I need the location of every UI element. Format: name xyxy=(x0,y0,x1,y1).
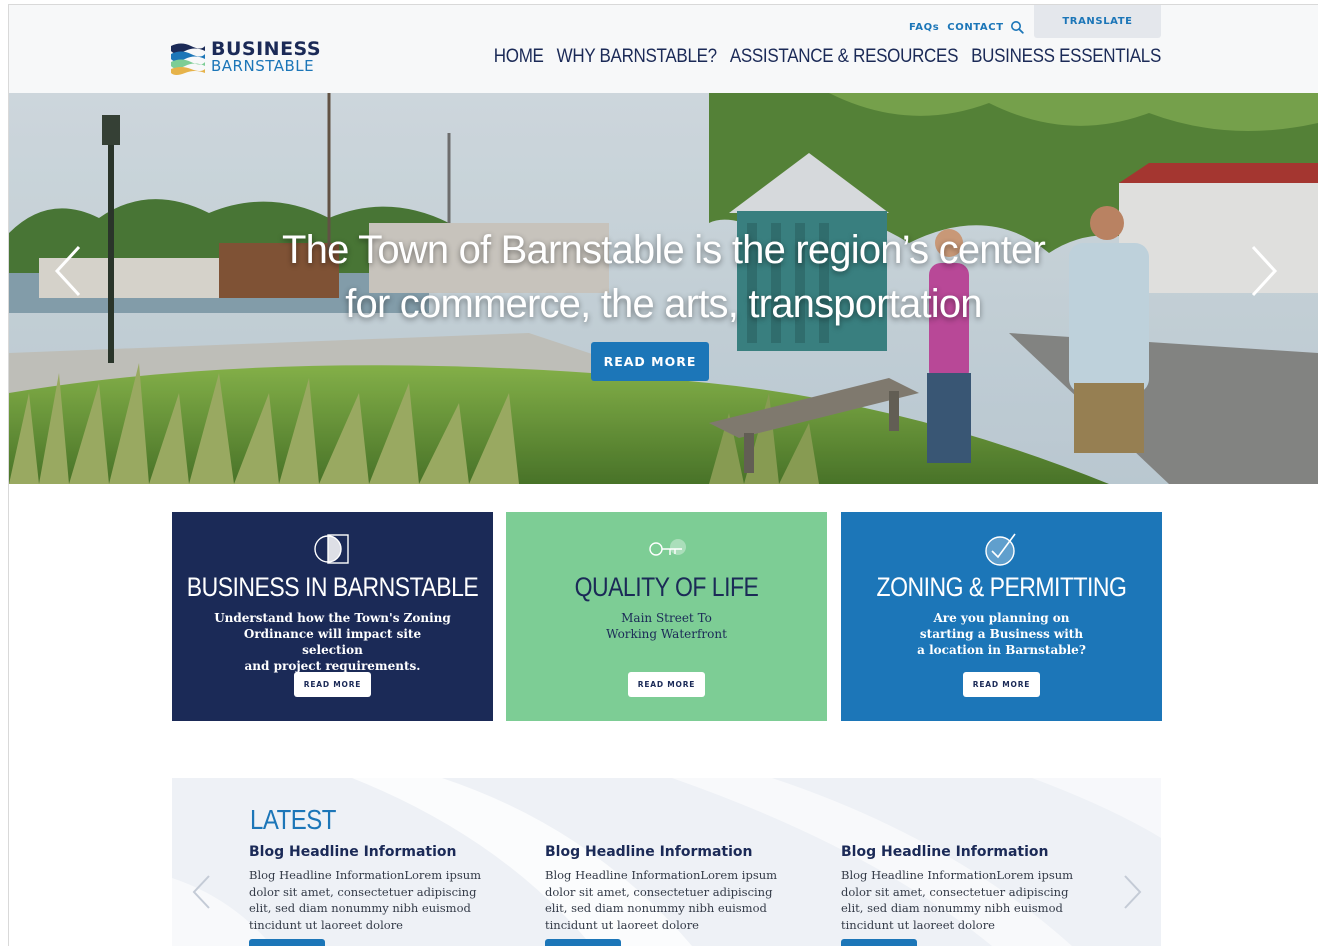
card-description: Main Street To Working Waterfront xyxy=(606,611,727,641)
blog-excerpt: Blog Headline InformationLorem ipsum dol… xyxy=(249,868,482,932)
blog-read-more-button[interactable] xyxy=(841,939,917,946)
hero-slider: The Town of Barnstable is the region’s c… xyxy=(9,93,1318,484)
logo-line-2: BARNSTABLE xyxy=(211,57,315,75)
card-read-more-button[interactable]: READ MORE xyxy=(963,672,1040,697)
nav-why-barnstable[interactable]: WHY BARNSTABLE? xyxy=(557,45,718,68)
latest-section: LATEST Blog Headline Information Blog He… xyxy=(172,778,1161,946)
blog-post: Blog Headline Information Blog Headline … xyxy=(249,844,499,933)
contact-link[interactable]: CONTACT xyxy=(947,22,1003,33)
blog-headline[interactable]: Blog Headline Information xyxy=(841,844,1091,860)
card-business-in-barnstable: BUSINESS IN BARNSTABLE Understand how th… xyxy=(172,512,493,721)
card-title: ZONING & PERMITTING xyxy=(876,571,1127,602)
translate-button[interactable]: TRANSLATE xyxy=(1034,5,1161,38)
faqs-link[interactable]: FAQs xyxy=(909,22,939,33)
hero-title-line-2: for commerce, the arts, transportation xyxy=(345,282,982,326)
search-icon[interactable] xyxy=(1010,20,1024,34)
card-title: QUALITY OF LIFE xyxy=(574,571,759,602)
latest-title: LATEST xyxy=(250,805,336,837)
chevron-left-icon[interactable] xyxy=(51,243,85,299)
site-header: BUSINESS BARNSTABLE FAQs CONTACT TRANSLA… xyxy=(9,5,1318,93)
hero-read-more-button[interactable]: READ MORE xyxy=(591,342,709,381)
nav-home[interactable]: HOME xyxy=(494,45,544,68)
check-circle-icon xyxy=(985,533,1016,566)
waves-logo-icon xyxy=(171,43,205,75)
blog-excerpt: Blog Headline InformationLorem ipsum dol… xyxy=(545,868,778,932)
blog-excerpt: Blog Headline InformationLorem ipsum dol… xyxy=(841,868,1074,932)
card-read-more-button[interactable]: READ MORE xyxy=(294,672,371,697)
blog-read-more-button[interactable] xyxy=(545,939,621,946)
nav-assistance-resources[interactable]: ASSISTANCE & RESOURCES xyxy=(730,45,959,68)
utility-nav: FAQs CONTACT xyxy=(909,18,1024,36)
key-icon xyxy=(649,539,686,556)
card-title: BUSINESS IN BARNSTABLE xyxy=(186,571,479,602)
hero-title-line-1: The Town of Barnstable is the region’s c… xyxy=(282,228,1046,272)
blog-read-more-button[interactable] xyxy=(249,939,325,946)
chevron-left-icon[interactable] xyxy=(190,873,212,911)
card-read-more-button[interactable]: READ MORE xyxy=(628,672,705,697)
card-zoning-permitting: ZONING & PERMITTING Are you planning on … xyxy=(841,512,1162,721)
nav-business-essentials[interactable]: BUSINESS ESSENTIALS xyxy=(971,45,1161,68)
chevron-right-icon[interactable] xyxy=(1247,243,1281,299)
blog-post: Blog Headline Information Blog Headline … xyxy=(841,844,1091,933)
main-nav: HOME WHY BARNSTABLE? ASSISTANCE & RESOUR… xyxy=(481,45,1162,68)
card-description: Are you planning on starting a Business … xyxy=(917,611,1086,657)
card-quality-of-life: QUALITY OF LIFE Main Street To Working W… xyxy=(506,512,827,721)
blog-headline[interactable]: Blog Headline Information xyxy=(545,844,795,860)
overlapping-shapes-icon xyxy=(314,534,349,564)
blog-post: Blog Headline Information Blog Headline … xyxy=(545,844,795,933)
site-logo[interactable]: BUSINESS BARNSTABLE xyxy=(169,36,329,78)
logo-wordmark: BUSINESS BARNSTABLE xyxy=(211,40,321,74)
chevron-right-icon[interactable] xyxy=(1122,873,1144,911)
blog-headline[interactable]: Blog Headline Information xyxy=(249,844,499,860)
card-description: Understand how the Town's Zoning Ordinan… xyxy=(214,611,451,673)
